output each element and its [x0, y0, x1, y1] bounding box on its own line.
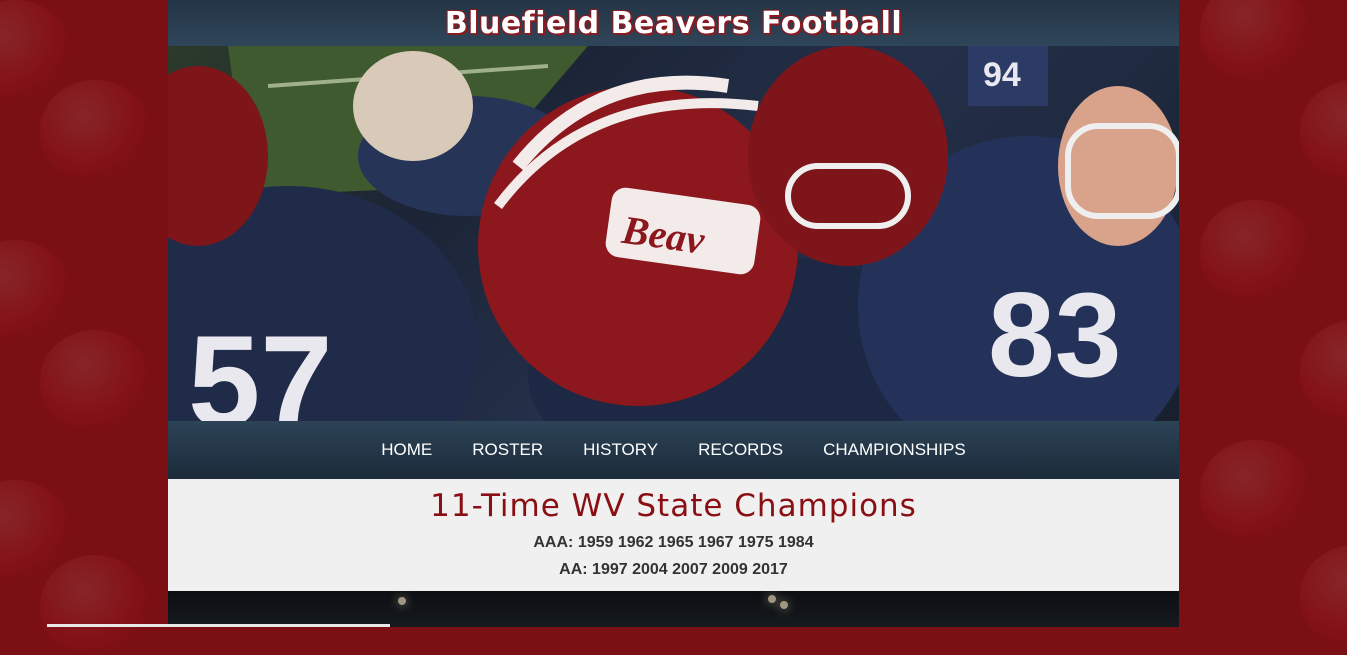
hero-image: 57 83 Beav 94: [168, 46, 1179, 421]
championships-section: 11-Time WV State Champions AAA: 1959 196…: [168, 479, 1179, 582]
championships-heading: 11-Time WV State Champions: [430, 488, 917, 524]
hero-huddle-illustration: 57 83 Beav 94: [168, 46, 1179, 421]
nav-roster[interactable]: ROSTER: [472, 440, 543, 460]
main-nav: HOME ROSTER HISTORY RECORDS CHAMPIONSHIP…: [168, 421, 1179, 479]
stadium-photo: [168, 591, 1179, 627]
aaa-championships: AAA: 1959 1962 1965 1967 1975 1984: [533, 534, 814, 551]
svg-text:57: 57: [188, 308, 333, 421]
nav-championships[interactable]: CHAMPIONSHIPS: [823, 440, 966, 460]
svg-text:83: 83: [988, 268, 1121, 402]
aa-championships: AA: 1997 2004 2007 2009 2017: [559, 561, 788, 578]
site-title: Bluefield Beavers Football: [444, 5, 903, 41]
site-header: Bluefield Beavers Football: [168, 0, 1179, 46]
main-container: Bluefield Beavers Football 57 83 Beav 94…: [168, 0, 1179, 627]
svg-text:94: 94: [983, 56, 1021, 94]
nav-history[interactable]: HISTORY: [583, 440, 658, 460]
nav-home[interactable]: HOME: [381, 440, 432, 460]
nav-records[interactable]: RECORDS: [698, 440, 783, 460]
